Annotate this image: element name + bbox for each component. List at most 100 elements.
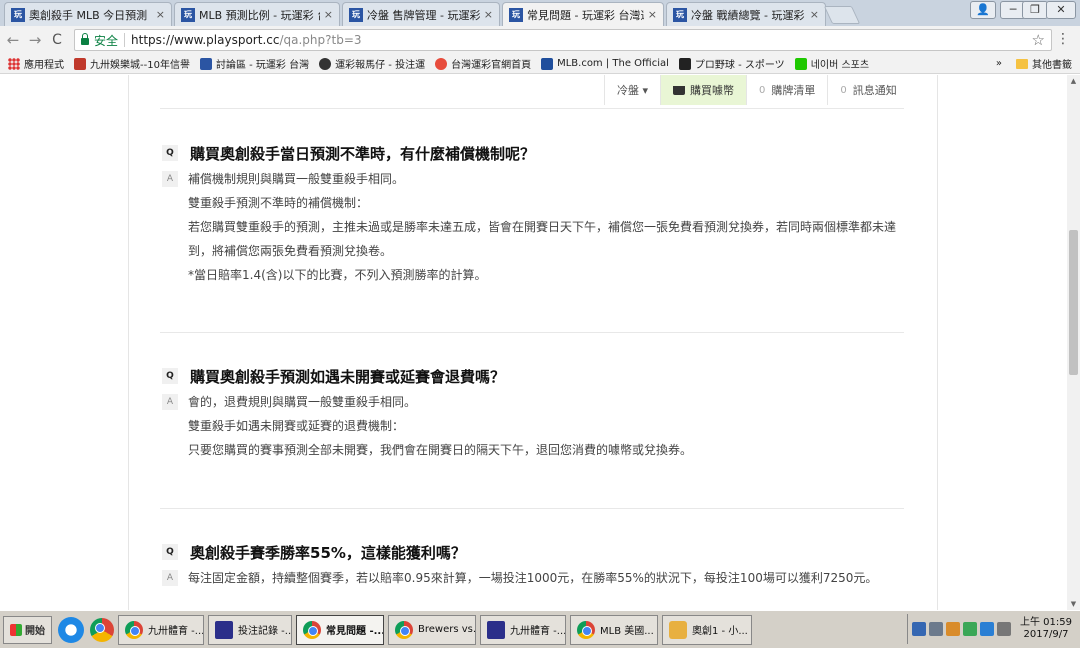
casino-favicon-icon <box>74 57 86 70</box>
bookmark-item[interactable]: 네이버 스포츠 <box>794 56 870 71</box>
question-badge: Q <box>162 145 178 161</box>
forward-button[interactable]: → <box>24 31 46 49</box>
taskbar-item[interactable]: 投注記錄 -... <box>208 614 292 645</box>
answer-badge: A <box>162 570 178 586</box>
other-bookmarks-folder[interactable]: 其他書籤 <box>1032 56 1072 71</box>
network-icon[interactable] <box>963 622 977 636</box>
more-bookmarks-button[interactable]: » <box>996 58 1002 69</box>
chrome-icon <box>303 620 321 639</box>
paint-icon <box>669 620 687 639</box>
volume-icon[interactable] <box>997 622 1011 636</box>
playsport-favicon-icon: 玩 <box>349 7 363 22</box>
faq-item: Q 奧創殺手賽季勝率55%，這樣能獲利嗎？ A 每注固定金額，持續整個賽季，若以… <box>162 542 904 590</box>
address-bar[interactable]: 安全 https://www.playsport.cc /qa.php?tb=3… <box>74 29 1052 51</box>
bookmark-item[interactable]: 討論區 - 玩運彩 台灣 <box>199 56 309 71</box>
tab-label: 奧創殺手 MLB 今日預測 <box>29 8 148 22</box>
horse-favicon-icon <box>319 57 332 70</box>
faq-answer: 會的，退費規則與購買一般雙重殺手相同。 雙重殺手如遇未開賽或延賽的退費機制： 只… <box>188 390 692 462</box>
ime-icon[interactable] <box>912 622 926 636</box>
apps-label: 應用程式 <box>24 60 64 71</box>
restore-button[interactable]: ❐ <box>1022 1 1048 19</box>
scroll-up-arrow-icon[interactable]: ▲ <box>1067 75 1080 87</box>
url-path: /qa.php?tb=3 <box>279 33 362 47</box>
tab-close-icon[interactable]: × <box>324 8 333 21</box>
question-badge: Q <box>162 544 178 560</box>
scrollbar-thumb[interactable] <box>1069 230 1078 375</box>
bookmark-item[interactable]: MLB.com | The Official <box>541 57 669 70</box>
purchase-list-link[interactable]: 0 購牌清單 <box>746 75 827 105</box>
tab-faq[interactable]: 玩 常見問題 - 玩運彩 台灣運 × <box>502 2 664 26</box>
bookmark-item[interactable]: プロ野球 - スポーツ <box>678 56 785 71</box>
scroll-down-arrow-icon[interactable]: ▼ <box>1067 598 1080 610</box>
taskbar-item-label: 投注記錄 -... <box>238 626 292 637</box>
app-window-icon <box>215 620 233 639</box>
bookmark-label: 네이버 스포츠 <box>810 60 870 71</box>
user-icon[interactable]: 👤 <box>970 1 996 19</box>
bookmark-item[interactable]: 運彩報馬仔 - 投注運 <box>319 56 425 71</box>
taskbar-item[interactable]: Brewers vs.... <box>388 614 476 645</box>
answer-badge: A <box>162 394 178 410</box>
help-icon[interactable] <box>946 622 960 636</box>
naver-favicon-icon <box>794 57 807 70</box>
ie-icon[interactable] <box>58 616 84 643</box>
buy-coins-button[interactable]: 購買噱幣 <box>660 75 747 105</box>
tab-label: 常見問題 - 玩運彩 台灣運 <box>527 8 644 22</box>
bookmark-star-icon[interactable]: ☆ <box>1032 31 1045 49</box>
url-host: https://www.playsport.cc <box>131 33 280 47</box>
notifications-label: 訊息通知 <box>852 84 897 97</box>
reload-button[interactable]: C <box>46 32 68 48</box>
clock-time: 上午 01:59 <box>1020 617 1072 628</box>
security-icon[interactable] <box>980 622 994 636</box>
taskbar-item-label: 九卅體育 -... <box>148 626 204 637</box>
question-badge: Q <box>162 368 178 384</box>
keyboard-icon[interactable] <box>929 622 943 636</box>
windows-flag-icon <box>10 623 22 636</box>
playsport-favicon-icon: 玩 <box>11 7 25 22</box>
page-scrollbar[interactable]: ▲ ▼ <box>1067 75 1080 610</box>
tab-close-icon[interactable]: × <box>648 8 657 21</box>
start-button[interactable]: 開始 <box>3 615 52 644</box>
tab-strip: 玩 奧創殺手 MLB 今日預測 × 玩 MLB 預測比例 - 玩運彩 台 × 玩… <box>0 0 1080 26</box>
taskbar-item-label: 奧創1 - 小... <box>692 626 748 637</box>
tab-close-icon[interactable]: × <box>156 8 165 21</box>
chrome-icon <box>395 620 413 639</box>
system-clock[interactable]: 上午 01:59 2017/9/7 <box>1020 617 1072 641</box>
taskbar-item[interactable]: 九卅體育 -... <box>118 614 204 645</box>
bookmark-label: 九卅娛樂城--10年信譽 <box>90 60 190 71</box>
user-dropdown[interactable]: 冷盤 ▾ <box>604 75 660 105</box>
tab-sales-management[interactable]: 玩 冷盤 售牌管理 - 玩運彩 台 × <box>342 2 500 26</box>
apps-grid-icon <box>8 57 20 70</box>
taskbar-item-label: 九卅體育 -... <box>510 626 566 637</box>
omnibox-separator <box>124 33 126 47</box>
chrome-icon[interactable] <box>90 617 114 642</box>
taskbar-item[interactable]: 常見問題 -... <box>296 614 384 645</box>
taskbar-item[interactable]: 奧創1 - 小... <box>662 614 752 645</box>
taskbar-item[interactable]: 九卅體育 -... <box>480 614 566 645</box>
faq-item: Q 購買奧創殺手預測如遇未開賽或延賽會退費嗎？ A 會的，退費規則與購買一般雙重… <box>162 366 904 462</box>
page-content: 冷盤 ▾ 購買噱幣 0 購牌清單 0 訊息通知 Q 購買奧創殺手當日預測不準時，… <box>0 75 1080 610</box>
taskbar-item[interactable]: MLB 美國... <box>570 614 658 645</box>
notifications-link[interactable]: 0 訊息通知 <box>827 75 908 105</box>
tab-ultron-predictions[interactable]: 玩 奧創殺手 MLB 今日預測 × <box>4 2 172 26</box>
close-window-button[interactable]: ✕ <box>1046 1 1076 19</box>
section-divider <box>160 108 904 109</box>
tab-close-icon[interactable]: × <box>810 8 819 21</box>
app-window-icon <box>487 620 505 639</box>
taskbar-item-label: 常見問題 -... <box>326 626 384 637</box>
bookmark-item[interactable]: 台灣運彩官網首頁 <box>435 56 531 71</box>
apps-shortcut[interactable]: 應用程式 <box>8 56 64 71</box>
tab-close-icon[interactable]: × <box>484 8 493 21</box>
mlb-favicon-icon <box>541 57 554 70</box>
purchase-list-label: 購牌清單 <box>771 84 816 97</box>
faq-answer: 每注固定金額，持續整個賽季，若以賠率0.95來計算，一場投注1000元，在勝率5… <box>188 566 877 590</box>
sportslottery-favicon-icon <box>435 57 448 70</box>
bookmark-item[interactable]: 九卅娛樂城--10年信譽 <box>74 56 190 71</box>
purchase-count-badge: 0 <box>759 84 766 96</box>
tab-record-overview[interactable]: 玩 冷盤 戰績總覽 - 玩運彩 台 × <box>666 2 826 26</box>
chrome-icon <box>577 620 595 639</box>
folder-icon <box>1016 58 1028 69</box>
back-button[interactable]: ← <box>2 31 24 49</box>
new-tab-button[interactable] <box>823 6 861 24</box>
tab-mlb-ratio[interactable]: 玩 MLB 預測比例 - 玩運彩 台 × <box>174 2 340 26</box>
chrome-menu-icon[interactable]: ⋮ <box>1056 31 1070 47</box>
